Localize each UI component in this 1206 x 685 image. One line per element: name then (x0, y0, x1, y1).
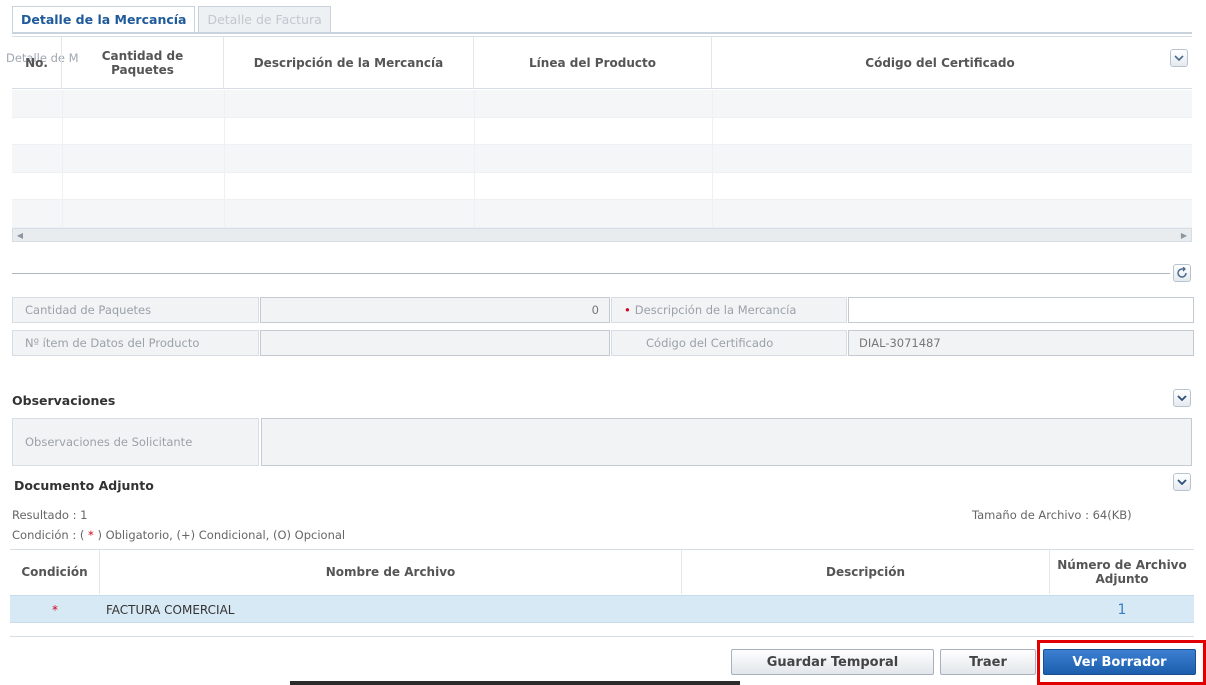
chevron-down-icon (1177, 479, 1187, 485)
documento-expand-button[interactable] (1173, 473, 1191, 491)
row-numero-link[interactable]: 1 (1050, 596, 1194, 624)
tab-detalle-factura[interactable]: Detalle de Factura (198, 6, 331, 32)
row-nombre: FACTURA COMERCIAL (106, 603, 235, 617)
mercancia-grid: Detalle de M No. Cantidad de Paquetes De… (6, 36, 1192, 242)
col-divider (712, 90, 713, 228)
table-row[interactable] (12, 200, 1192, 228)
form-row: Cantidad de Paquetes 0 • Descripción de l… (12, 297, 1194, 323)
table-row[interactable] (12, 90, 1192, 118)
condicion-suffix: ) Obligatorio, (+) Condicional, (O) Opci… (97, 528, 346, 542)
col-header-descripcion[interactable]: Descripción de la Mercancía (224, 37, 474, 89)
condicion-prefix: Condición : ( (12, 528, 85, 542)
condicion-star: * (84, 528, 98, 542)
table-row[interactable]: * FACTURA COMERCIAL 1 (10, 595, 1194, 623)
observaciones-title: Observaciones (12, 393, 116, 408)
condicion-legend: Condición : ( * ) Obligatorio, (+) Condi… (12, 528, 345, 542)
col-header-condicion[interactable]: Condición (10, 550, 100, 594)
col-header-numero[interactable]: Número de Archivo Adjunto (1050, 550, 1194, 594)
item-label: Nº ítem de Datos del Producto (12, 330, 259, 356)
col-header-no[interactable]: No. (12, 37, 62, 89)
chevron-down-icon (1174, 55, 1184, 61)
codigo-field[interactable]: DIAL-3071487 (848, 330, 1194, 356)
codigo-label: Código del Certificado (611, 330, 847, 356)
attachment-table: Condición Nombre de Archivo Descripción … (10, 549, 1194, 629)
refresh-button[interactable] (1173, 264, 1191, 282)
grid-header: Detalle de M No. Cantidad de Paquetes De… (6, 37, 1192, 89)
horizontal-scrollbar[interactable]: ◀ ▶ (12, 228, 1192, 242)
scroll-right-icon[interactable]: ▶ (1177, 229, 1191, 241)
col-header-cantidad[interactable]: Cantidad de Paquetes (62, 37, 224, 89)
highlight-box (1037, 640, 1206, 685)
row-condicion: * (52, 603, 58, 617)
col-divider (224, 90, 225, 228)
guardar-temporal-button[interactable]: Guardar Temporal (731, 649, 934, 675)
descripcion-label-text: Descripción de la Mercancía (634, 303, 797, 317)
table-row[interactable] (12, 117, 1192, 146)
traer-button[interactable]: Traer (940, 649, 1036, 675)
item-field[interactable] (260, 330, 610, 356)
observaciones-expand-button[interactable] (1173, 389, 1191, 407)
observaciones-field[interactable] (261, 418, 1192, 466)
row-descripcion (682, 596, 1050, 624)
footer-bar (290, 681, 740, 685)
col-divider (62, 90, 63, 228)
cantidad-label: Cantidad de Paquetes (12, 297, 259, 323)
descripcion-field[interactable] (848, 297, 1194, 323)
col-header-nombre[interactable]: Nombre de Archivo (100, 550, 682, 594)
col-header-descripcion[interactable]: Descripción (682, 550, 1050, 594)
table-row[interactable] (12, 172, 1192, 201)
tab-divider (12, 32, 1192, 34)
tamano-text: Tamaño de Archivo : 64(KB) (972, 508, 1132, 522)
col-divider (474, 90, 475, 228)
observaciones-label: Observaciones de Solicitante (12, 418, 259, 466)
scroll-left-icon[interactable]: ◀ (13, 229, 27, 241)
table-row[interactable] (12, 145, 1192, 173)
tab-bar: Detalle de la Mercancía Detalle de Factu… (12, 6, 331, 32)
grid-body (12, 90, 1192, 228)
cantidad-field[interactable]: 0 (260, 297, 610, 323)
form-row: Nº ítem de Datos del Producto Código del… (12, 330, 1194, 356)
resultado-text: Resultado : 1 (12, 508, 88, 522)
grid-menu-button[interactable] (1170, 49, 1188, 67)
chevron-down-icon (1177, 395, 1187, 401)
table-bottom-divider (10, 636, 1194, 637)
col-header-codigo[interactable]: Código del Certificado (712, 37, 1168, 89)
tab-detalle-mercancia[interactable]: Detalle de la Mercancía (12, 6, 196, 32)
required-marker: • (624, 303, 631, 317)
descripcion-label: • Descripción de la Mercancía (611, 297, 847, 323)
refresh-icon (1177, 267, 1187, 278)
section-divider (12, 273, 1170, 274)
col-header-linea[interactable]: Línea del Producto (474, 37, 712, 89)
documento-title: Documento Adjunto (14, 478, 154, 493)
